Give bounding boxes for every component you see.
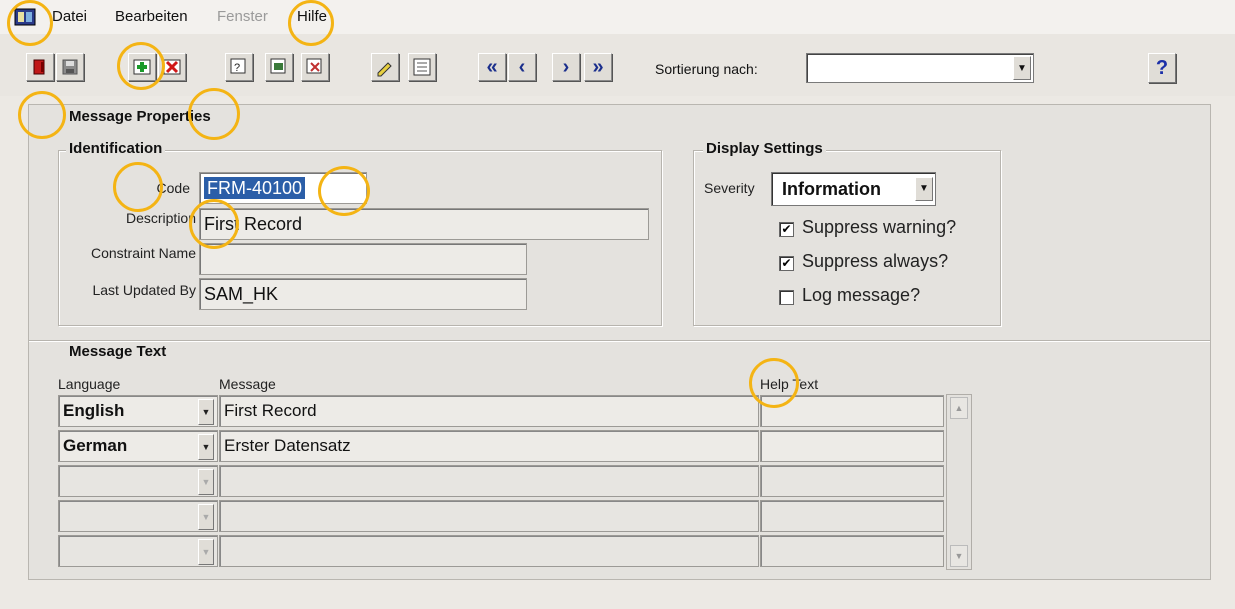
insert-record-icon (133, 59, 151, 75)
edit-button[interactable] (371, 53, 399, 81)
message-value: First Record (224, 401, 317, 420)
delete-record-button[interactable] (158, 53, 186, 81)
column-message: Message (219, 376, 276, 392)
clear-icon (306, 58, 322, 74)
language-value: English (63, 401, 125, 420)
chevron-down-icon[interactable]: ▼ (198, 434, 214, 460)
table-row-language[interactable]: ▼ (58, 500, 218, 532)
menu-fenster: Fenster (217, 8, 268, 25)
sort-label: Sortierung nach: (655, 61, 758, 77)
exit-icon (33, 59, 45, 75)
chevron-down-icon[interactable]: ▼ (198, 469, 214, 495)
scroll-down-icon[interactable]: ▼ (950, 545, 968, 567)
execute-query-button[interactable] (265, 53, 293, 81)
enter-query-button[interactable]: ? (225, 53, 253, 81)
table-row-help-text[interactable] (760, 465, 944, 497)
table-row-message[interactable]: First Record (219, 395, 759, 427)
table-row-help-text[interactable] (760, 430, 944, 462)
table-row-language[interactable]: ▼ (58, 535, 218, 567)
severity-select[interactable]: Information ▼ (771, 172, 936, 206)
cancel-query-button[interactable] (301, 53, 329, 81)
suppress-warning-checkbox[interactable]: ✔ (779, 222, 794, 237)
list-icon (413, 58, 431, 76)
form-title: Message Properties (69, 108, 211, 125)
table-row-language[interactable]: German ▼ (58, 430, 218, 462)
previous-record-icon: ‹ (518, 56, 526, 78)
constraint-name-label: Constraint Name (90, 245, 196, 261)
table-row-message[interactable] (219, 535, 759, 567)
first-record-button[interactable]: « (478, 53, 506, 81)
identification-title: Identification (66, 140, 166, 157)
chevron-down-icon[interactable]: ▼ (198, 504, 214, 530)
table-row-message[interactable]: Erster Datensatz (219, 430, 759, 462)
language-value: German (63, 436, 128, 455)
scroll-up-icon[interactable]: ▲ (950, 397, 968, 419)
severity-label: Severity (704, 180, 755, 196)
save-button[interactable] (56, 53, 84, 81)
table-row-help-text[interactable] (760, 395, 944, 427)
divider (29, 340, 1210, 341)
delete-record-icon (163, 59, 181, 75)
exit-button[interactable] (26, 53, 54, 81)
svg-text:?: ? (234, 62, 240, 74)
table-scrollbar[interactable]: ▲ ▼ (946, 394, 972, 570)
help-icon: ? (1155, 56, 1169, 79)
description-label: Description (125, 210, 196, 226)
chevron-down-icon[interactable]: ▼ (1013, 56, 1031, 80)
table-row-language[interactable]: English ▼ (58, 395, 218, 427)
query-execute-icon (270, 58, 286, 74)
last-record-icon: » (592, 56, 604, 78)
table-row-language[interactable]: ▼ (58, 465, 218, 497)
previous-record-button[interactable]: ‹ (508, 53, 536, 81)
save-icon (62, 59, 78, 75)
column-help-text: Help Text (760, 376, 819, 392)
menu-bearbeiten[interactable]: Bearbeiten (115, 8, 188, 25)
display-settings-title: Display Settings (703, 140, 826, 157)
code-label: Code (156, 180, 190, 196)
log-message-label: Log message? (802, 285, 921, 305)
suppress-warning-label: Suppress warning? (802, 217, 957, 237)
table-row-help-text[interactable] (760, 500, 944, 532)
suppress-always-checkbox[interactable]: ✔ (779, 256, 794, 271)
edit-icon (377, 62, 392, 77)
list-button[interactable] (408, 53, 436, 81)
chevron-down-icon[interactable]: ▼ (915, 177, 933, 201)
log-message-checkbox[interactable] (779, 290, 794, 305)
description-value: First Record (204, 214, 303, 234)
query-icon: ? (230, 58, 246, 74)
suppress-always-label: Suppress always? (802, 251, 949, 271)
menu-datei[interactable]: Datei (52, 8, 87, 25)
first-record-icon: « (486, 56, 498, 78)
message-text-title: Message Text (69, 343, 167, 360)
app-icon[interactable] (14, 8, 36, 26)
last-updated-value: SAM_HK (204, 284, 279, 304)
table-row-message[interactable] (219, 465, 759, 497)
next-record-icon: › (562, 56, 570, 78)
chevron-down-icon[interactable]: ▼ (198, 539, 214, 565)
column-language: Language (58, 376, 121, 392)
chevron-down-icon[interactable]: ▼ (198, 399, 214, 425)
insert-record-button[interactable] (128, 53, 156, 81)
description-field[interactable]: First Record (199, 208, 649, 240)
menu-hilfe[interactable]: Hilfe (297, 8, 327, 25)
last-updated-label: Last Updated By (92, 282, 196, 298)
last-updated-field: SAM_HK (199, 278, 527, 310)
sort-select[interactable]: ▼ (806, 53, 1034, 83)
constraint-name-field[interactable] (199, 243, 527, 275)
message-value: Erster Datensatz (224, 436, 351, 455)
last-record-button[interactable]: » (584, 53, 612, 81)
help-button[interactable]: ? (1148, 53, 1176, 83)
code-value: FRM-40100 (204, 177, 306, 199)
code-field[interactable]: FRM-40100 (199, 172, 367, 204)
table-row-message[interactable] (219, 500, 759, 532)
table-row-help-text[interactable] (760, 535, 944, 567)
next-record-button[interactable]: › (552, 53, 580, 81)
severity-value: Information (782, 179, 881, 199)
